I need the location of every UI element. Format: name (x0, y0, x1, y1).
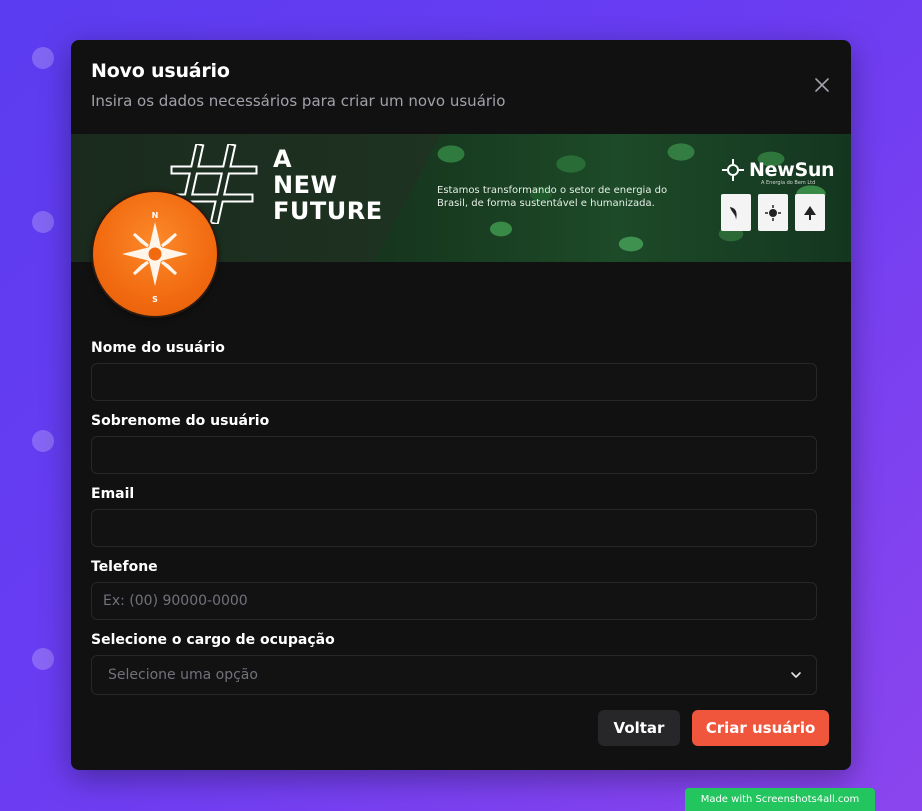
first-name-input[interactable] (91, 363, 817, 401)
chevron-down-icon (791, 672, 801, 678)
role-select-value: Selecione uma opção (108, 667, 258, 683)
headline-line: FUTURE (273, 197, 383, 225)
svg-text:N: N (152, 211, 159, 220)
modal-title: Novo usuário (91, 60, 230, 82)
sun-icon (722, 159, 744, 181)
email-label: Email (91, 486, 135, 502)
close-button[interactable] (811, 74, 833, 96)
banner-headline: A NEW FUTURE (273, 146, 383, 224)
background-dot (32, 648, 54, 670)
new-user-form: Nome do usuário Sobrenome do usuário Ema… (91, 338, 817, 705)
svg-text:S: S (152, 295, 158, 304)
tree-icon (804, 205, 816, 220)
background-dot (32, 211, 54, 233)
first-name-field: Nome do usuário (91, 338, 817, 401)
last-name-field: Sobrenome do usuário (91, 411, 817, 474)
phone-field: Telefone (91, 557, 817, 620)
modal-subtitle: Insira os dados necessários para criar u… (91, 92, 506, 110)
phone-input[interactable] (91, 582, 817, 620)
back-button[interactable]: Voltar (598, 710, 680, 746)
company-avatar: N S (91, 190, 219, 318)
role-label: Selecione o cargo de ocupação (91, 632, 335, 648)
sun-icon (765, 204, 781, 221)
background-dot (32, 47, 54, 69)
seal-carbon-neutral (721, 194, 751, 231)
watermark-badge[interactable]: Made with Screenshots4all.com (685, 788, 875, 811)
email-field: Email (91, 484, 817, 547)
compass-icon: N S (122, 211, 188, 304)
last-name-label: Sobrenome do usuário (91, 413, 270, 429)
last-name-input[interactable] (91, 436, 817, 474)
close-icon (815, 78, 829, 92)
newsun-logo: NewSun (721, 158, 835, 182)
first-name-label: Nome do usuário (91, 340, 225, 356)
role-field: Selecione o cargo de ocupação Selecione … (91, 630, 817, 695)
leaf-icon (730, 206, 737, 220)
seal-renewable-energy (758, 194, 788, 231)
brand-name: NewSun (749, 159, 835, 181)
headline-line: A (273, 145, 293, 173)
create-user-button[interactable]: Criar usuário (692, 710, 829, 746)
phone-label: Telefone (91, 559, 158, 575)
banner-tagline: Estamos transformando o setor de energia… (437, 185, 668, 209)
brand-subtitle: A Energia do Bem Ltd (761, 180, 816, 186)
background-dot (32, 430, 54, 452)
headline-line: NEW (273, 171, 338, 199)
email-input[interactable] (91, 509, 817, 547)
seal-nature-partner (795, 194, 825, 231)
role-select[interactable]: Selecione uma opção (91, 655, 817, 695)
new-user-modal: Novo usuário Insira os dados necessários… (71, 40, 851, 770)
